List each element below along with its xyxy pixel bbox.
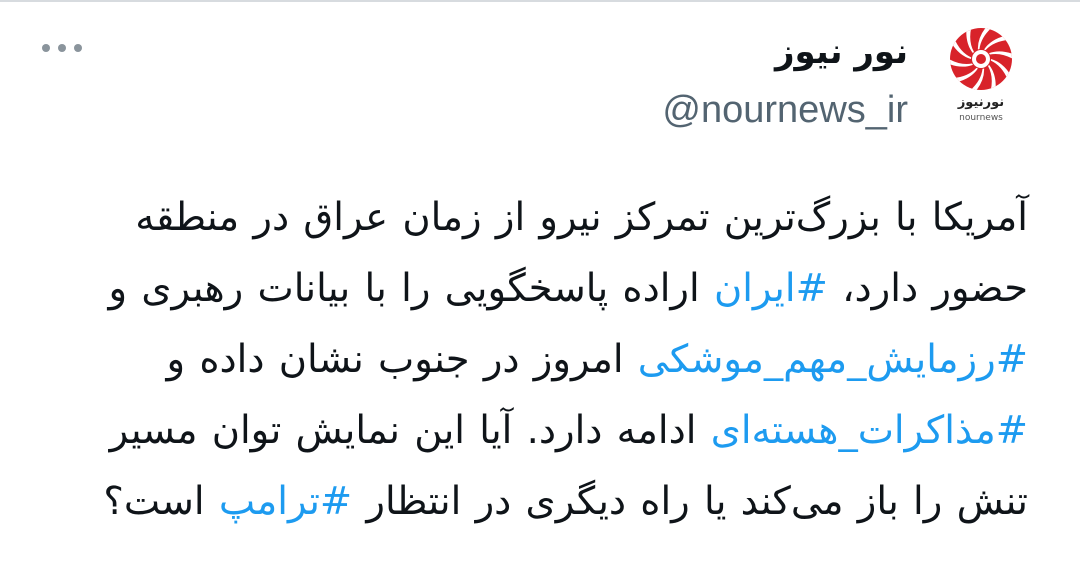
avatar[interactable]: نورنیوز nournews <box>938 26 1024 126</box>
logo-text: نورنیوز <box>957 95 1004 110</box>
tweet-text-segment: حضور دارد، <box>827 266 1028 311</box>
hashtag-link[interactable]: #مذاکرات_هسته‌ای <box>711 408 1028 453</box>
tweet-line: حضور دارد، #ایران اراده پاسخگویی را با ب… <box>40 253 1029 324</box>
tweet-author-header: نور نیوز @nournews_ir <box>662 28 908 134</box>
tweet-line: تنش را باز می‌کند یا راه دیگری در انتظار… <box>40 466 1028 537</box>
tweet-line: آمریکا با بزرگ‌ترین تمرکز نیرو از زمان ع… <box>40 182 1028 253</box>
tweet-text: آمریکا با بزرگ‌ترین تمرکز نیرو از زمان ع… <box>40 182 1028 537</box>
tweet-text-segment: امروز در جنوب نشان داده و <box>166 337 638 382</box>
tweet-line: #رزمایش_مهم_موشکی امروز در جنوب نشان داد… <box>40 324 1029 395</box>
more-options-icon[interactable] <box>42 38 82 58</box>
tweet-text-segment: ادامه دارد. آیا این نمایش توان مسیر <box>109 408 711 453</box>
tweet-text-segment: اراده پاسخگویی را با بیانات رهبری و <box>108 266 714 311</box>
hashtag-link[interactable]: #ایران <box>714 266 828 311</box>
tweet-text-segment: آمریکا با بزرگ‌ترین تمرکز نیرو از زمان ع… <box>135 195 1028 240</box>
tweet-text-segment: تنش را باز می‌کند یا راه دیگری در انتظار <box>352 479 1028 524</box>
user-handle[interactable]: @nournews_ir <box>662 86 908 134</box>
tweet-text-segment: است؟ <box>103 479 219 524</box>
hashtag-link[interactable]: #ترامپ <box>219 479 352 524</box>
hashtag-link[interactable]: #رزمایش_مهم_موشکی <box>638 337 1028 382</box>
logo-subtext: nournews <box>959 113 1003 123</box>
top-divider <box>0 0 1080 2</box>
display-name[interactable]: نور نیوز <box>662 28 908 76</box>
tweet-line: #مذاکرات_هسته‌ای ادامه دارد. آیا این نما… <box>40 395 1028 466</box>
nournews-logo-icon: نورنیوز nournews <box>950 28 1012 123</box>
